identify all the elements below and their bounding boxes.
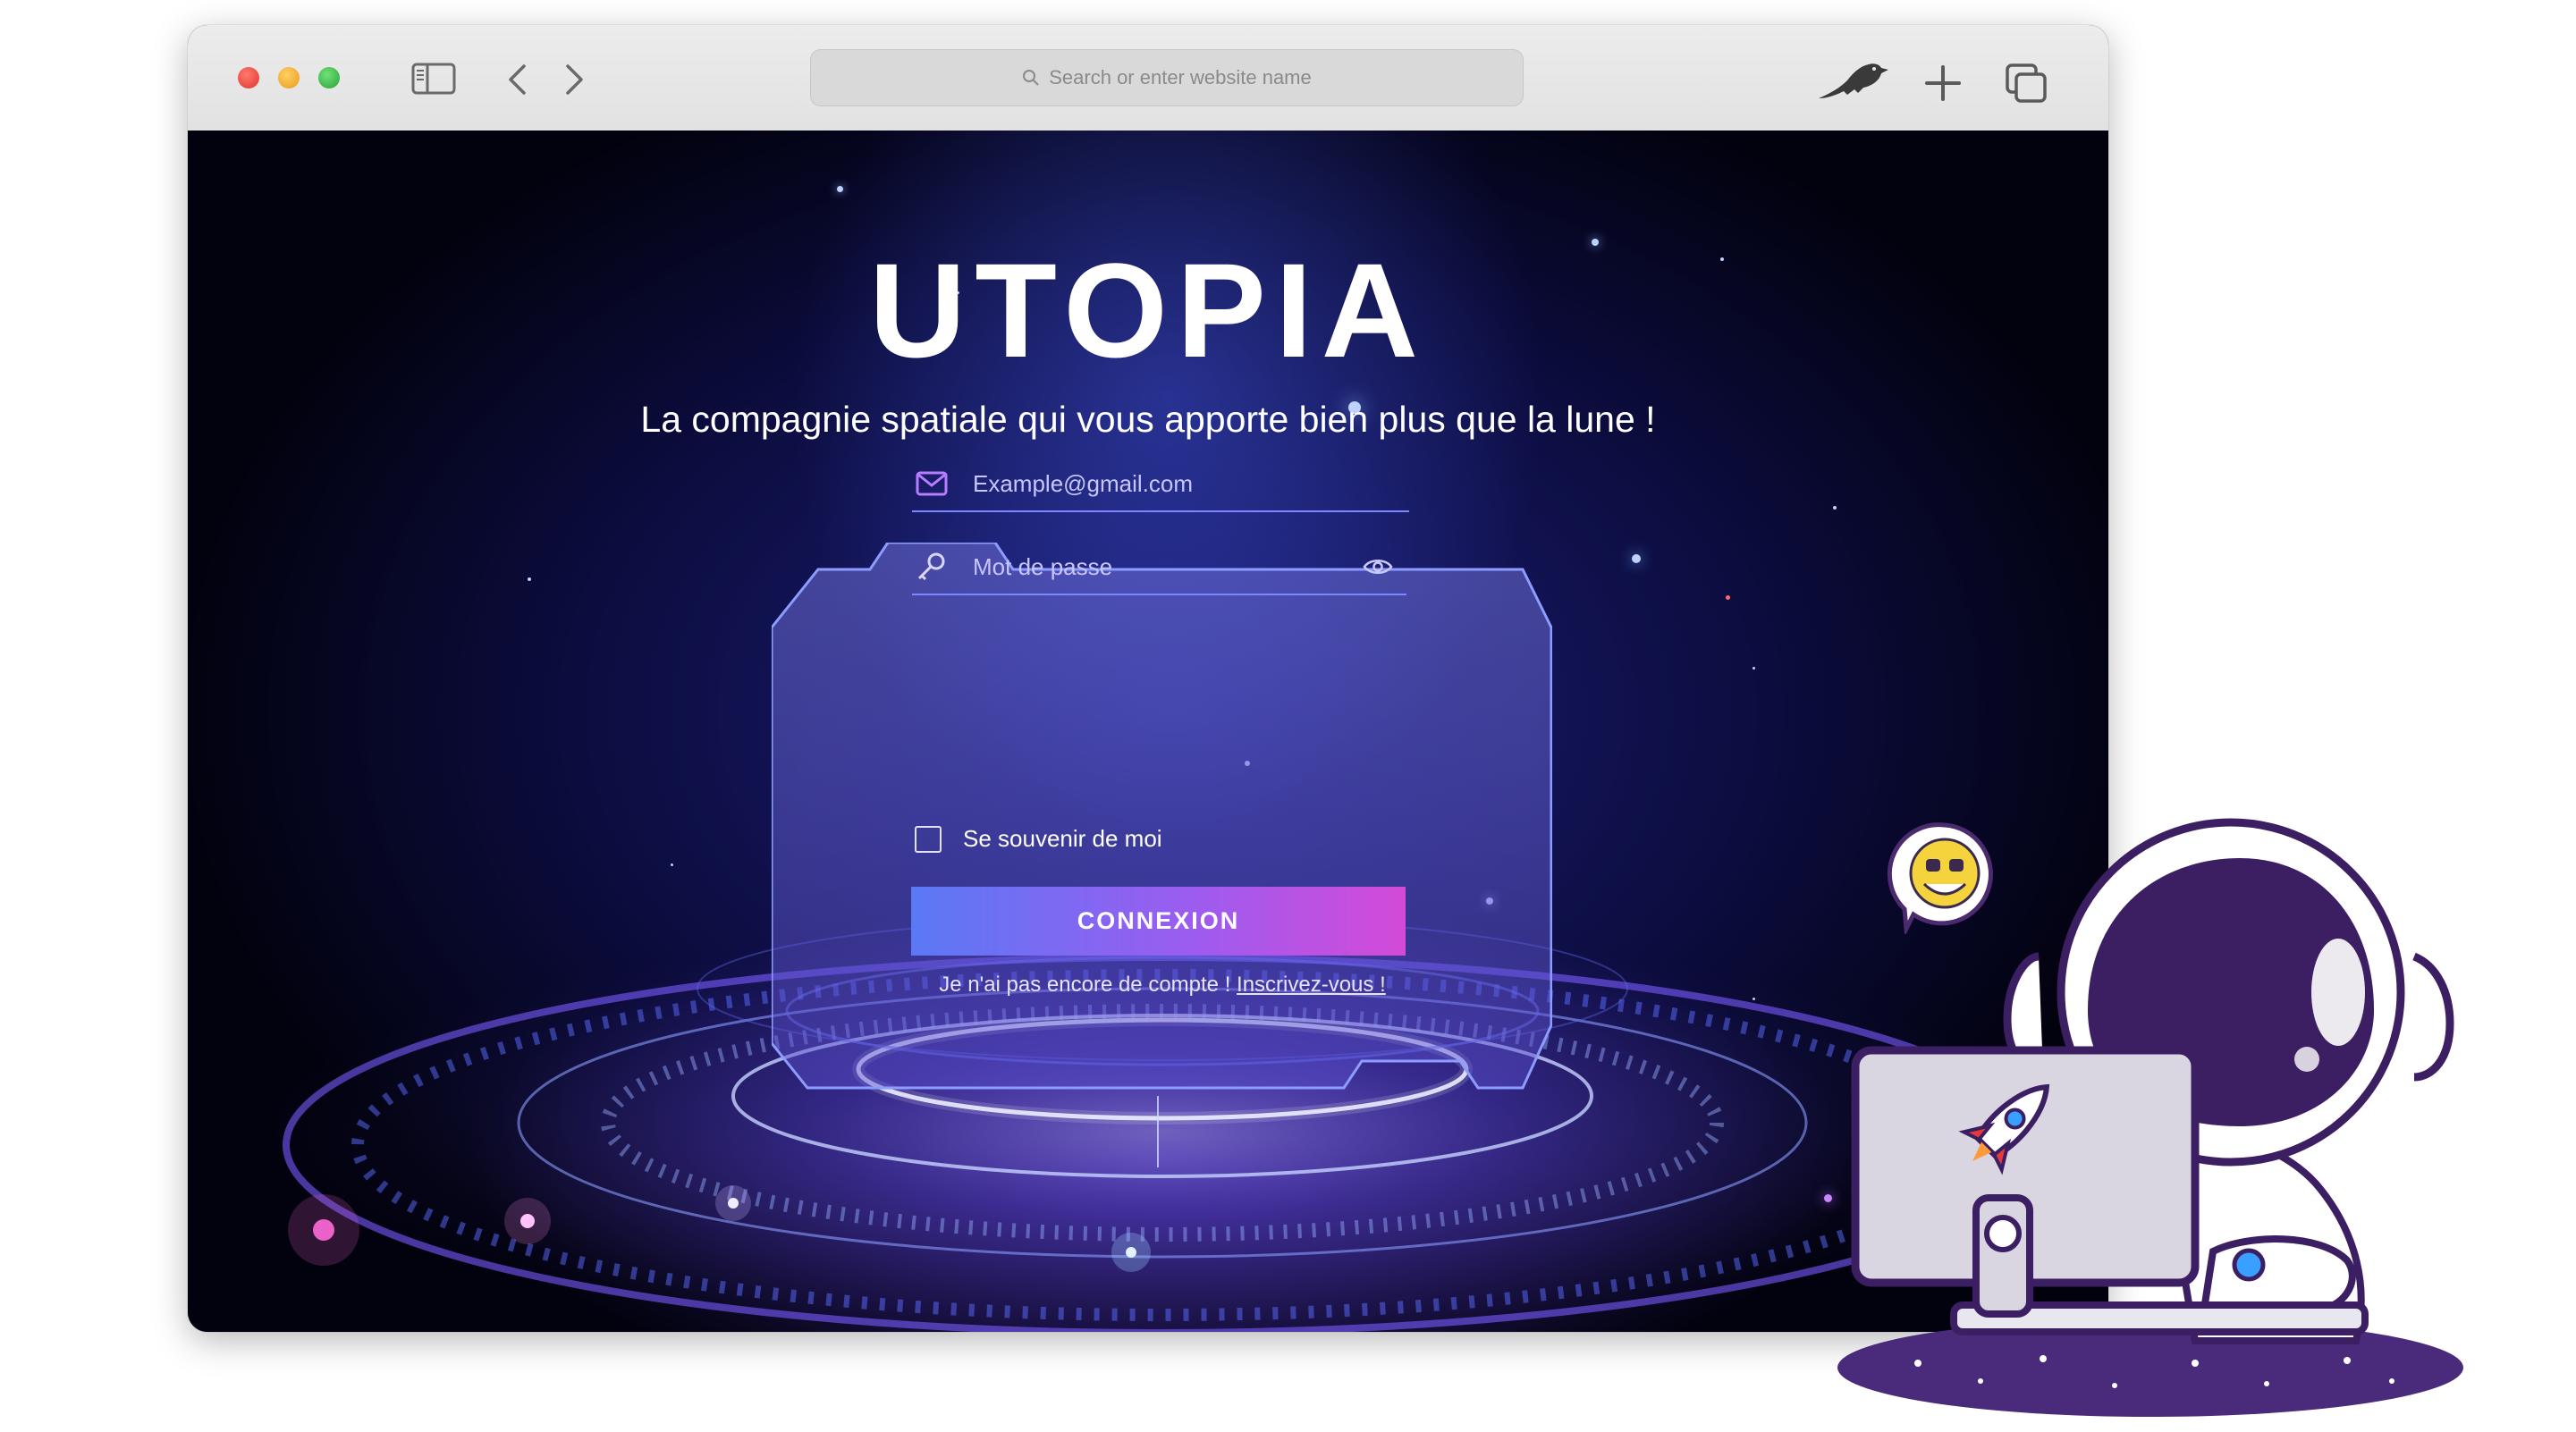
email-field[interactable] bbox=[912, 457, 1409, 512]
signup-text: Je n'ai pas encore de compte ! bbox=[939, 973, 1231, 997]
url-placeholder: Search or enter website name bbox=[1049, 66, 1312, 88]
tabs-overview-icon[interactable] bbox=[2005, 63, 2048, 104]
password-input[interactable] bbox=[971, 552, 1358, 582]
remember-me[interactable]: Se souvenir de moi bbox=[915, 825, 1162, 853]
email-input[interactable] bbox=[971, 468, 1409, 499]
zoom-window-button[interactable] bbox=[318, 67, 340, 88]
forward-arrow-icon[interactable] bbox=[563, 63, 587, 97]
password-field[interactable] bbox=[912, 540, 1406, 595]
signup-link[interactable]: Inscrivez-vous ! bbox=[1237, 973, 1386, 997]
minimize-window-button[interactable] bbox=[278, 67, 300, 88]
signup-prompt: Je n'ai pas encore de compte ! Inscrivez… bbox=[921, 973, 1404, 998]
url-bar[interactable]: Search or enter website name bbox=[810, 49, 1524, 106]
hero-tagline: La compagnie spatiale qui vous apporte b… bbox=[640, 399, 1656, 440]
sidebar-icon[interactable] bbox=[411, 63, 456, 95]
envelope-icon bbox=[912, 464, 951, 503]
search-icon bbox=[1023, 70, 1039, 86]
astronaut-mascot bbox=[1837, 818, 2463, 1417]
crow-icon[interactable] bbox=[1815, 57, 1890, 104]
remember-label: Se souvenir de moi bbox=[963, 825, 1162, 852]
key-icon bbox=[912, 547, 951, 586]
close-window-button[interactable] bbox=[238, 67, 259, 88]
connexion-button[interactable]: CONNEXION bbox=[911, 887, 1406, 956]
new-tab-plus-icon[interactable] bbox=[1924, 64, 1962, 102]
eye-icon[interactable] bbox=[1358, 547, 1398, 586]
login-card bbox=[772, 543, 1552, 1090]
remember-checkbox[interactable] bbox=[915, 825, 942, 853]
back-arrow-icon[interactable] bbox=[505, 63, 528, 97]
browser-toolbar: Search or enter website name bbox=[188, 25, 2108, 131]
brand-logo: UTOPIA bbox=[869, 235, 1427, 385]
